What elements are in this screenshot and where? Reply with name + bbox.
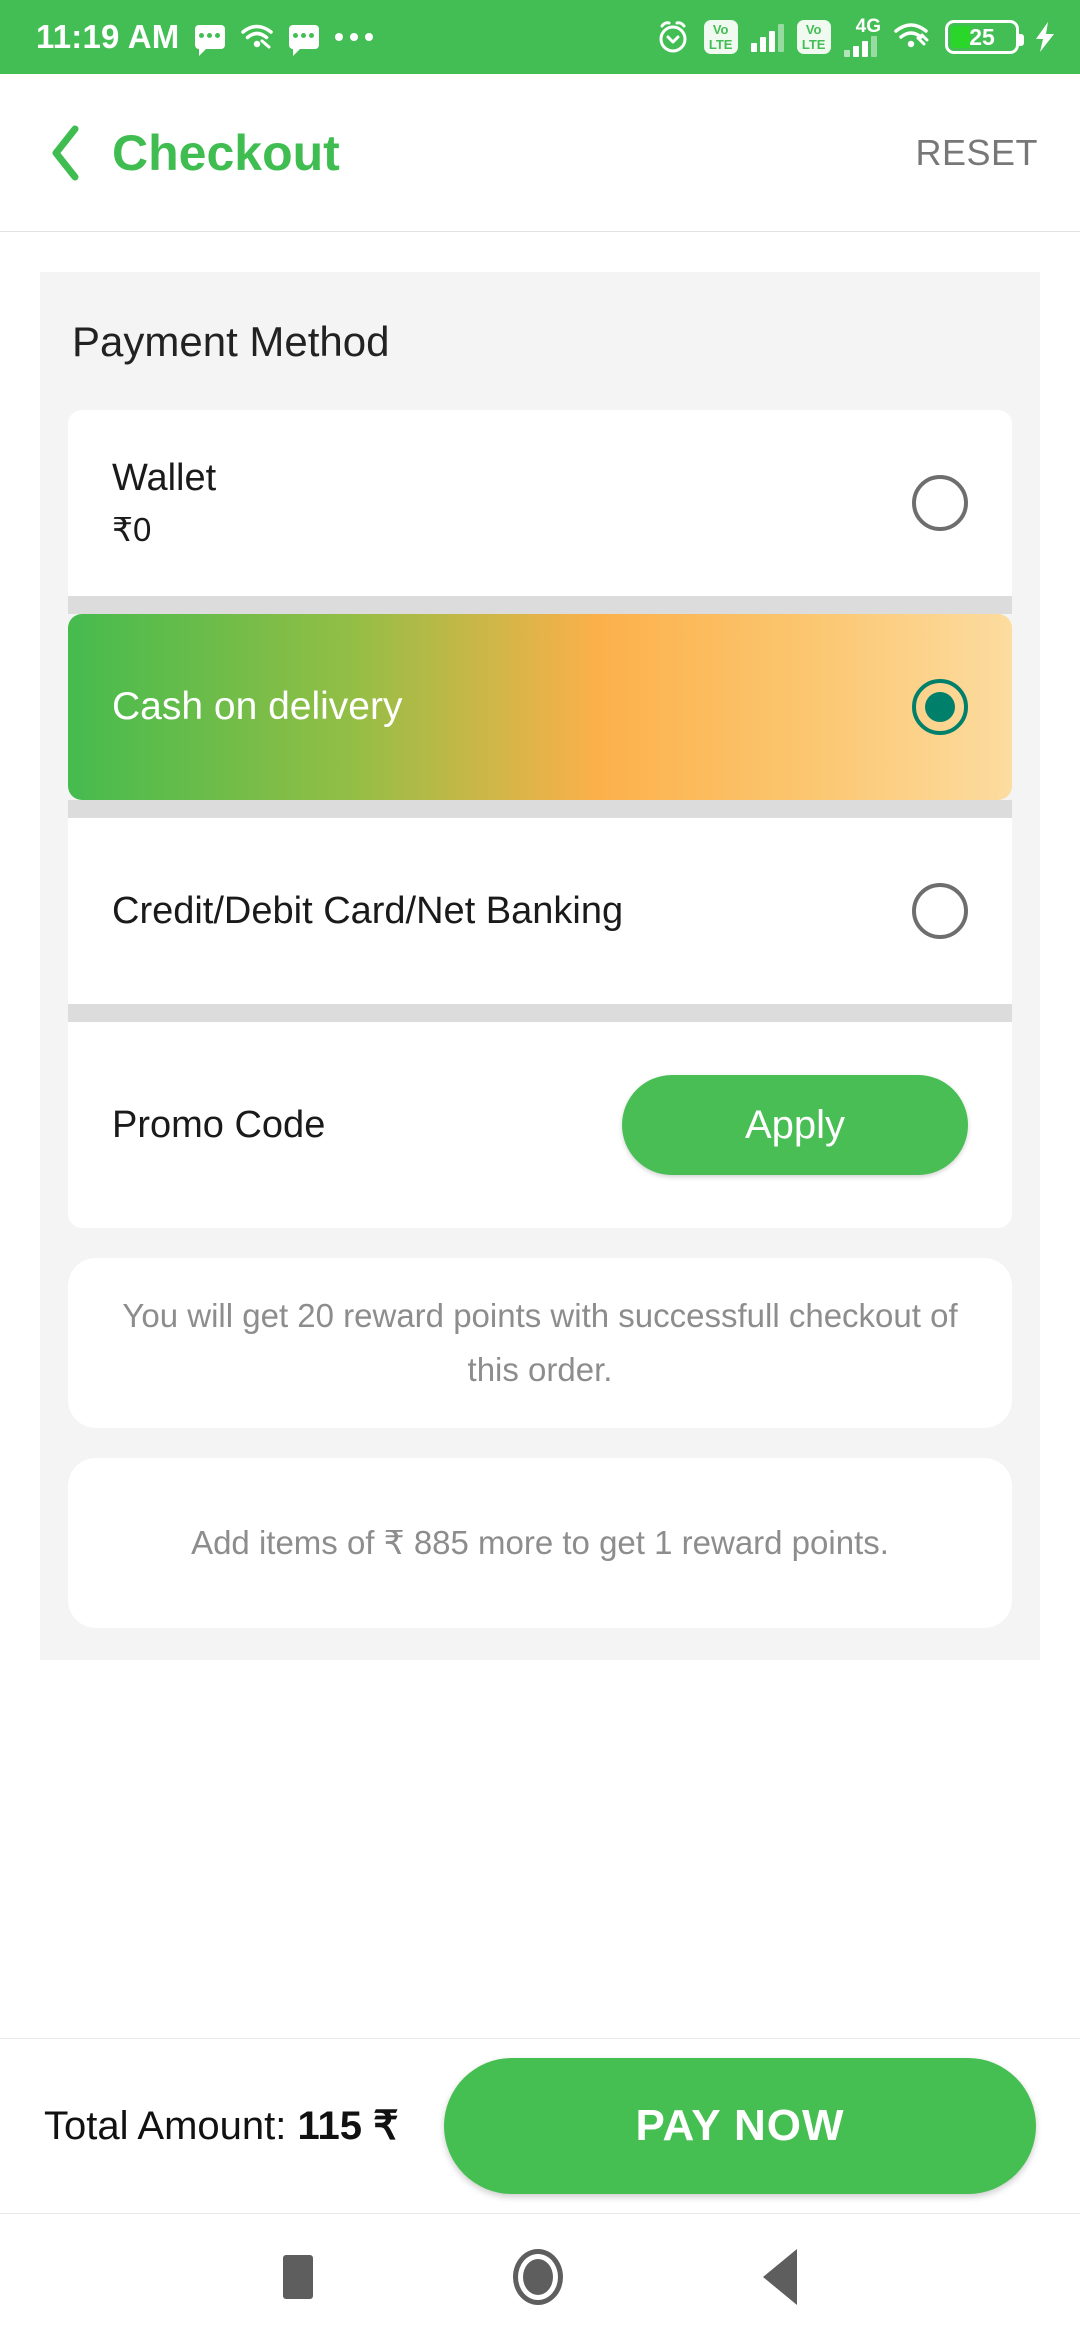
- radio-cash-on-delivery[interactable]: [912, 679, 968, 735]
- divider: [68, 596, 1012, 614]
- payment-method-cash-on-delivery[interactable]: Cash on delivery: [68, 614, 1012, 800]
- battery-icon: 25: [945, 20, 1024, 54]
- reward-points-notice: You will get 20 reward points with succe…: [68, 1258, 1012, 1428]
- reward-points-text: You will get 20 reward points with succe…: [122, 1297, 958, 1388]
- volte-top-text: Vo: [805, 22, 822, 37]
- more-dots-icon: [335, 33, 374, 41]
- circle-icon[interactable]: [513, 2249, 563, 2305]
- status-bar-right: Vo LTE Vo LTE 4G 25: [655, 15, 1058, 57]
- radio-wallet[interactable]: [912, 475, 968, 531]
- charging-bolt-icon: [1032, 20, 1058, 54]
- total-amount-value: 115 ₹: [297, 2104, 399, 2148]
- volte-bottom-text: LTE: [708, 37, 733, 52]
- divider: [68, 800, 1012, 818]
- section-title: Payment Method: [72, 318, 390, 365]
- payment-method-card-netbanking[interactable]: Credit/Debit Card/Net Banking: [68, 818, 1012, 1004]
- payment-method-label: Wallet: [112, 457, 217, 499]
- message-icon: [195, 25, 226, 56]
- add-items-notice: Add items of ₹ 885 more to get 1 reward …: [68, 1458, 1012, 1628]
- wallet-balance: ₹0: [112, 511, 152, 548]
- promo-code-input[interactable]: Promo Code: [112, 1104, 325, 1147]
- pay-now-button[interactable]: PAY NOW: [444, 2058, 1036, 2194]
- message-icon: [289, 25, 320, 56]
- 4g-signal-icon: 4G: [843, 15, 881, 57]
- payment-method-label: Cash on delivery: [112, 685, 403, 728]
- wifi-tethering-icon: [241, 24, 274, 50]
- triangle-back-icon[interactable]: [763, 2249, 797, 2305]
- phone-screen: 11:19 AM Vo LTE Vo LTE 4G 25 Checkout RE…: [0, 0, 1080, 2340]
- payment-method-wallet[interactable]: Wallet ₹0: [68, 410, 1012, 596]
- alarm-icon: [655, 19, 691, 55]
- wifi-link-icon: [894, 22, 932, 52]
- volte-icon: Vo LTE: [796, 20, 831, 54]
- chevron-left-icon[interactable]: [42, 125, 90, 180]
- page-title: Checkout: [112, 124, 340, 181]
- add-items-text: Add items of ₹ 885 more to get 1 reward …: [191, 1524, 889, 1561]
- android-nav-bar: [0, 2214, 1080, 2340]
- payment-methods-list: Wallet ₹0 Cash on delivery Credit/Debit …: [68, 410, 1012, 1228]
- status-bar-left: 11:19 AM: [36, 18, 374, 56]
- divider: [68, 1004, 1012, 1022]
- payment-panel: Payment Method Wallet ₹0 Cash on deliver…: [40, 272, 1040, 1660]
- apply-promo-button[interactable]: Apply: [622, 1075, 968, 1175]
- payment-method-label: Credit/Debit Card/Net Banking: [112, 889, 624, 932]
- volte-bottom-text: LTE: [801, 37, 826, 52]
- reset-button[interactable]: RESET: [915, 132, 1038, 174]
- status-time: 11:19 AM: [36, 18, 180, 55]
- promo-code-row: Promo Code Apply: [68, 1022, 1012, 1228]
- app-header: Checkout RESET: [0, 74, 1080, 232]
- signal-bars-icon: [750, 22, 784, 52]
- total-amount: Total Amount: 115 ₹: [44, 2103, 399, 2149]
- square-icon[interactable]: [283, 2255, 313, 2299]
- volte-icon: Vo LTE: [703, 20, 738, 54]
- network-type-label: 4G: [855, 15, 881, 37]
- status-bar: 11:19 AM Vo LTE Vo LTE 4G 25: [0, 0, 1080, 74]
- checkout-footer: Total Amount: 115 ₹ PAY NOW: [0, 2038, 1080, 2214]
- battery-level-text: 25: [969, 24, 995, 50]
- total-amount-label: Total Amount:: [44, 2104, 298, 2148]
- volte-top-text: Vo: [712, 22, 729, 37]
- radio-card-netbanking[interactable]: [912, 883, 968, 939]
